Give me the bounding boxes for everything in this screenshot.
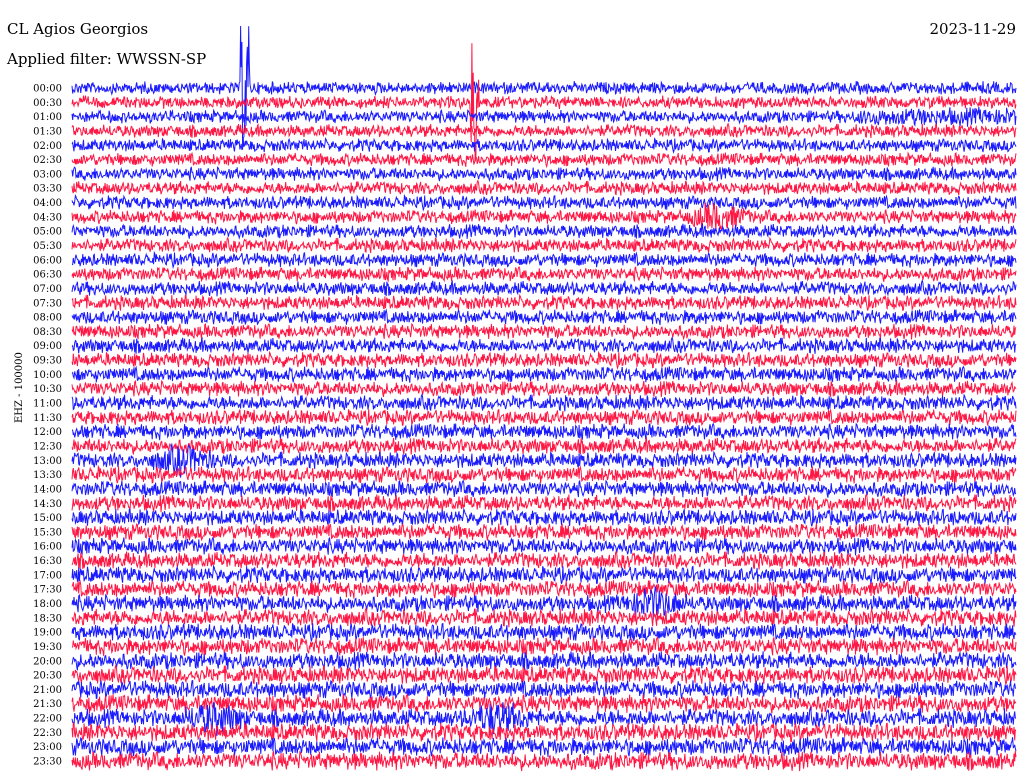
trace-line	[71, 322, 1017, 341]
trace-line	[71, 679, 1017, 700]
trace-line	[71, 408, 1017, 427]
trace-line	[71, 336, 1017, 354]
trace-line	[71, 308, 1017, 326]
row-time-label: 13:30	[33, 470, 62, 481]
station-name: CL Agios Georgios	[7, 20, 149, 38]
row-time-label: 20:00	[33, 656, 62, 667]
trace-line	[71, 507, 1017, 527]
trace-line	[71, 750, 1017, 772]
trace-line	[71, 393, 1017, 412]
trace-line	[71, 122, 1017, 139]
row-time-label: 06:30	[33, 270, 62, 281]
row-time-label: 12:30	[33, 441, 62, 452]
row-time-label: 18:30	[33, 613, 62, 624]
row-time-label: 11:00	[33, 399, 62, 410]
row-time-label: 21:30	[33, 699, 62, 710]
row-time-label: 08:30	[33, 327, 62, 338]
trace-line	[71, 564, 1017, 585]
trace-line	[71, 365, 1017, 383]
row-time-label: 16:00	[33, 542, 62, 553]
row-time-label: 15:30	[33, 527, 62, 538]
channel-label: EHZ - 100000	[14, 352, 25, 423]
row-time-label: 23:30	[33, 757, 62, 768]
row-time-label: 10:00	[33, 370, 62, 381]
row-time-label: 17:30	[33, 585, 62, 596]
row-time-label: 17:00	[33, 570, 62, 581]
helicorder-plot: 00:00 00:30 01:00 01:30 02:00 02:30 03:00 03:30…	[33, 25, 1017, 772]
row-time-label: 06:00	[33, 255, 62, 266]
row-time-label: 14:30	[33, 499, 62, 510]
row-time-label: 21:00	[33, 685, 62, 696]
row-time-label: 22:30	[33, 728, 62, 739]
row-time-label: 15:00	[33, 513, 62, 524]
row-time-label: 07:00	[33, 284, 62, 295]
trace-line	[71, 137, 1017, 155]
row-time-label: 05:00	[33, 227, 62, 238]
trace-line	[71, 579, 1017, 599]
trace-line	[71, 222, 1017, 240]
row-time-label: 04:30	[33, 212, 62, 223]
row-time-label: 02:30	[33, 155, 62, 166]
row-time-label: 10:30	[33, 384, 62, 395]
trace-line	[71, 293, 1017, 311]
trace-line	[71, 522, 1017, 542]
trace-line	[71, 379, 1017, 398]
plot-date: 2023-11-29	[929, 20, 1016, 38]
trace-line	[71, 663, 1017, 685]
trace-line	[71, 179, 1017, 196]
trace-line	[71, 622, 1017, 642]
row-time-label: 14:00	[33, 484, 62, 495]
row-time-label: 01:30	[33, 126, 62, 137]
row-time-label: 16:30	[33, 556, 62, 567]
trace-line	[71, 736, 1017, 758]
row-time-label: 08:00	[33, 313, 62, 324]
trace-line	[71, 464, 1017, 484]
row-time-label: 19:30	[33, 642, 62, 653]
row-time-label: 02:00	[33, 141, 62, 152]
trace-line	[71, 436, 1017, 455]
filter-label: Applied filter: WWSSN-SP	[7, 50, 207, 68]
row-time-label: 11:30	[33, 413, 62, 424]
row-time-label: 07:30	[33, 298, 62, 309]
trace-line	[71, 279, 1017, 297]
trace-line	[71, 350, 1017, 370]
row-time-label: 23:00	[33, 742, 62, 753]
trace-line	[71, 536, 1017, 556]
row-time-label: 22:00	[33, 714, 62, 725]
row-time-label: 20:30	[33, 671, 62, 682]
row-time-label: 01:00	[33, 112, 62, 123]
trace-line	[71, 165, 1017, 183]
row-time-label: 00:30	[33, 98, 62, 109]
row-time-label: 00:00	[33, 84, 62, 95]
trace-line	[71, 721, 1017, 743]
trace-line	[71, 250, 1017, 270]
row-time-label: 03:00	[33, 169, 62, 180]
trace-line	[71, 636, 1017, 657]
trace-line	[71, 606, 1017, 628]
trace-line	[71, 492, 1017, 513]
trace-line	[71, 479, 1017, 499]
row-time-label: 12:00	[33, 427, 62, 438]
row-time-label: 04:00	[33, 198, 62, 209]
row-time-label: 05:30	[33, 241, 62, 252]
row-time-label: 09:30	[33, 356, 62, 367]
row-time-label: 18:00	[33, 599, 62, 610]
trace-line	[71, 651, 1017, 671]
row-time-label: 03:30	[33, 184, 62, 195]
row-time-label: 09:00	[33, 341, 62, 352]
trace-line	[71, 151, 1017, 169]
row-time-label: 19:00	[33, 628, 62, 639]
trace-line	[71, 236, 1017, 254]
trace-line	[71, 265, 1017, 283]
row-time-label: 13:00	[33, 456, 62, 467]
trace-line	[71, 422, 1017, 441]
trace-line	[71, 193, 1017, 212]
trace-line	[71, 107, 1017, 127]
